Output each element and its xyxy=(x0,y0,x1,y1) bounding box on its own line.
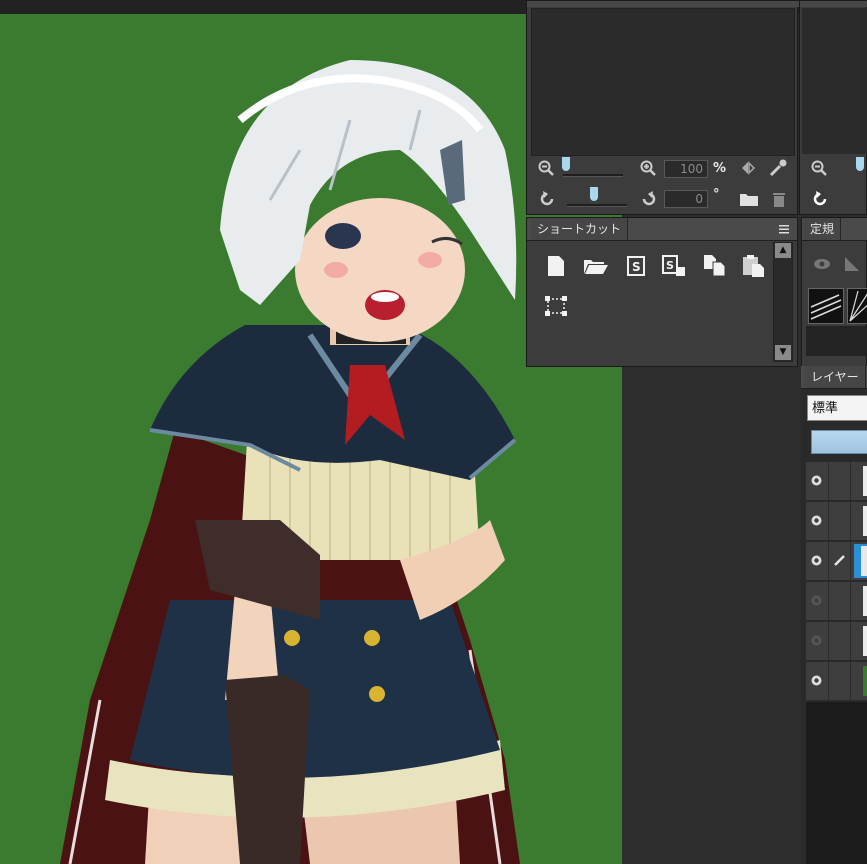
navigator-tab-strip xyxy=(527,1,799,7)
ruler-panel: 定規 xyxy=(801,217,867,367)
ruler-tab[interactable]: 定規 xyxy=(804,218,842,240)
triangle-ruler-icon[interactable] xyxy=(842,254,862,274)
scroll-down-arrow-icon[interactable]: ▼ xyxy=(775,345,791,360)
divider xyxy=(850,542,851,580)
layer-row-2[interactable] xyxy=(806,502,867,541)
navigator-preview[interactable] xyxy=(531,8,795,156)
visibility-eye-icon[interactable] xyxy=(810,634,823,647)
radial-ruler-icon[interactable] xyxy=(847,288,867,324)
eyedropper-icon[interactable] xyxy=(767,157,789,179)
layer-thumbnail xyxy=(863,506,867,536)
navigator-panel: 100 % 0 ° xyxy=(526,0,799,215)
layer-thumbnail-green xyxy=(863,666,867,696)
zoom-value-field[interactable]: 100 xyxy=(664,160,708,178)
shortcut-panel-header: ショートカット xyxy=(527,218,797,241)
zoom-unit: % xyxy=(713,161,727,176)
visibility-eye-icon[interactable] xyxy=(810,514,823,527)
divider xyxy=(828,502,829,540)
save-s-icon[interactable]: S xyxy=(625,255,647,277)
layer-thumbnail xyxy=(863,626,867,656)
new-file-icon[interactable] xyxy=(545,255,567,277)
visibility-eye-icon[interactable] xyxy=(810,674,823,687)
layer-tab[interactable]: レイヤー xyxy=(805,366,866,388)
layer-panel-header: レイヤー xyxy=(801,366,867,389)
rotate-unit: ° xyxy=(713,187,720,202)
layer-row-1[interactable] xyxy=(806,462,867,501)
scroll-up-arrow-icon[interactable]: ▲ xyxy=(775,243,791,258)
shortcut-panel: ショートカット S S ▲ ▼ xyxy=(526,217,798,367)
hamburger-icon[interactable] xyxy=(777,221,791,237)
divider xyxy=(828,542,829,580)
rotate-slider-thumb[interactable] xyxy=(590,187,598,201)
divider xyxy=(850,622,851,660)
zoom-out-icon[interactable] xyxy=(537,159,555,177)
divider xyxy=(850,462,851,500)
layer-row-4[interactable] xyxy=(806,582,867,621)
divider xyxy=(828,622,829,660)
visibility-eye-icon[interactable] xyxy=(810,594,823,607)
rotate-value-field[interactable]: 0 xyxy=(664,190,708,208)
paste-icon[interactable] xyxy=(741,255,767,277)
open-folder-icon[interactable] xyxy=(583,255,609,277)
flip-icon[interactable] xyxy=(739,159,757,177)
divider xyxy=(828,462,829,500)
svg-text:S: S xyxy=(666,259,674,272)
visibility-eye-icon[interactable] xyxy=(810,554,823,567)
layer-list-empty-area xyxy=(806,702,867,864)
zoom-out-icon-secondary[interactable] xyxy=(810,159,828,177)
divider xyxy=(850,662,851,700)
rotate-left-icon-secondary[interactable] xyxy=(810,189,830,209)
trash-icon[interactable] xyxy=(770,189,788,209)
zoom-slider[interactable] xyxy=(563,174,623,177)
layer-thumbnail xyxy=(863,586,867,616)
blend-mode-select[interactable]: 標準 xyxy=(807,395,867,421)
zoom-slider-thumb-secondary[interactable] xyxy=(856,157,864,171)
secondary-preview xyxy=(802,8,867,154)
layer-row-5[interactable] xyxy=(806,622,867,661)
divider xyxy=(828,582,829,620)
select-dotted-icon[interactable] xyxy=(543,295,569,317)
divider xyxy=(828,662,829,700)
rotate-right-icon[interactable] xyxy=(639,189,659,209)
divider xyxy=(850,582,851,620)
ruler-panel-header: 定規 xyxy=(802,218,867,241)
layer-thumbnail xyxy=(863,466,867,496)
zoom-slider-thumb[interactable] xyxy=(562,157,570,171)
rotate-slider[interactable] xyxy=(567,204,627,207)
shortcut-scrollbar[interactable]: ▲ ▼ xyxy=(773,242,793,362)
folder-icon[interactable] xyxy=(739,190,759,208)
tab-strip-secondary xyxy=(800,1,867,7)
ruler-eye-icon[interactable] xyxy=(812,256,832,272)
layer-thumbnail xyxy=(861,546,867,576)
navigator-panel-secondary xyxy=(799,0,867,215)
pencil-edit-icon[interactable] xyxy=(833,554,846,567)
parallel-lines-ruler-icon[interactable] xyxy=(808,288,844,324)
zoom-in-icon[interactable] xyxy=(639,159,657,177)
shortcut-tab[interactable]: ショートカット xyxy=(531,218,629,240)
layer-row-6[interactable] xyxy=(806,662,867,701)
rotate-left-icon[interactable] xyxy=(537,189,557,209)
layer-row-3-active[interactable] xyxy=(806,542,867,581)
visibility-eye-icon[interactable] xyxy=(810,474,823,487)
opacity-slider[interactable] xyxy=(811,430,867,454)
ruler-preview-area xyxy=(806,326,867,356)
copy-icon[interactable] xyxy=(703,255,727,277)
svg-text:S: S xyxy=(632,260,641,274)
save-as-s-icon[interactable]: S xyxy=(661,255,687,277)
divider xyxy=(850,502,851,540)
